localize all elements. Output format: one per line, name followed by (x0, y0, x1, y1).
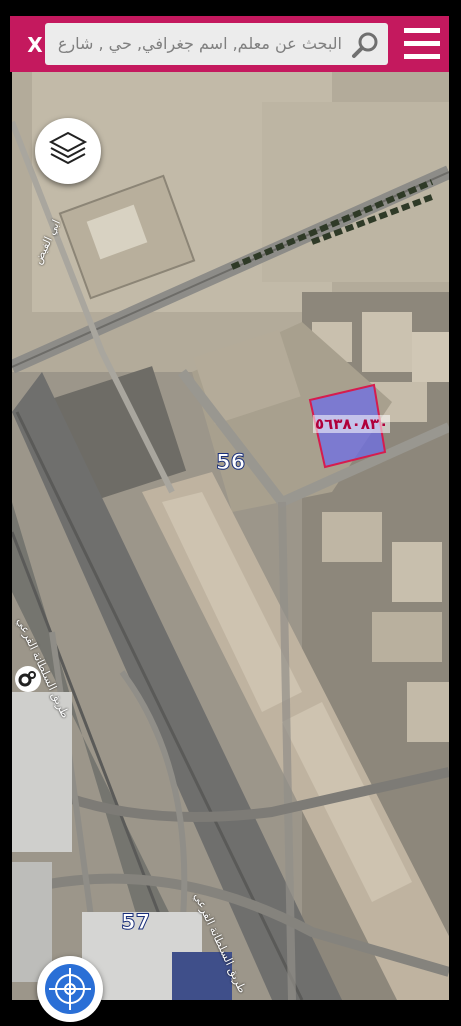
status-bar (0, 0, 461, 16)
parcel-number-label[interactable]: ٥٦٣٨٠٨٣٠ (313, 415, 391, 433)
search-placeholder: البحث عن معلم, اسم جغرافي, حي , شارع (57, 34, 342, 53)
search-icon[interactable] (350, 29, 382, 61)
route-label-57: 57 (120, 910, 151, 935)
settings-button[interactable] (15, 666, 41, 692)
hamburger-menu-icon[interactable] (403, 25, 441, 63)
locate-button[interactable] (37, 956, 103, 1022)
satellite-map[interactable]: طريق السلطانة الفرعي طريق السلطانة الفرع… (12, 72, 449, 1000)
route-label-56: 56 (215, 450, 246, 475)
crosshair-icon (45, 964, 95, 1014)
map-imagery (12, 72, 449, 1000)
top-toolbar: X البحث عن معلم, اسم جغرافي, حي , شارع (10, 16, 449, 72)
layers-icon (48, 131, 88, 165)
gear-icon (18, 671, 36, 687)
layers-button[interactable] (35, 118, 101, 184)
search-input[interactable]: البحث عن معلم, اسم جغرافي, حي , شارع (45, 23, 388, 65)
